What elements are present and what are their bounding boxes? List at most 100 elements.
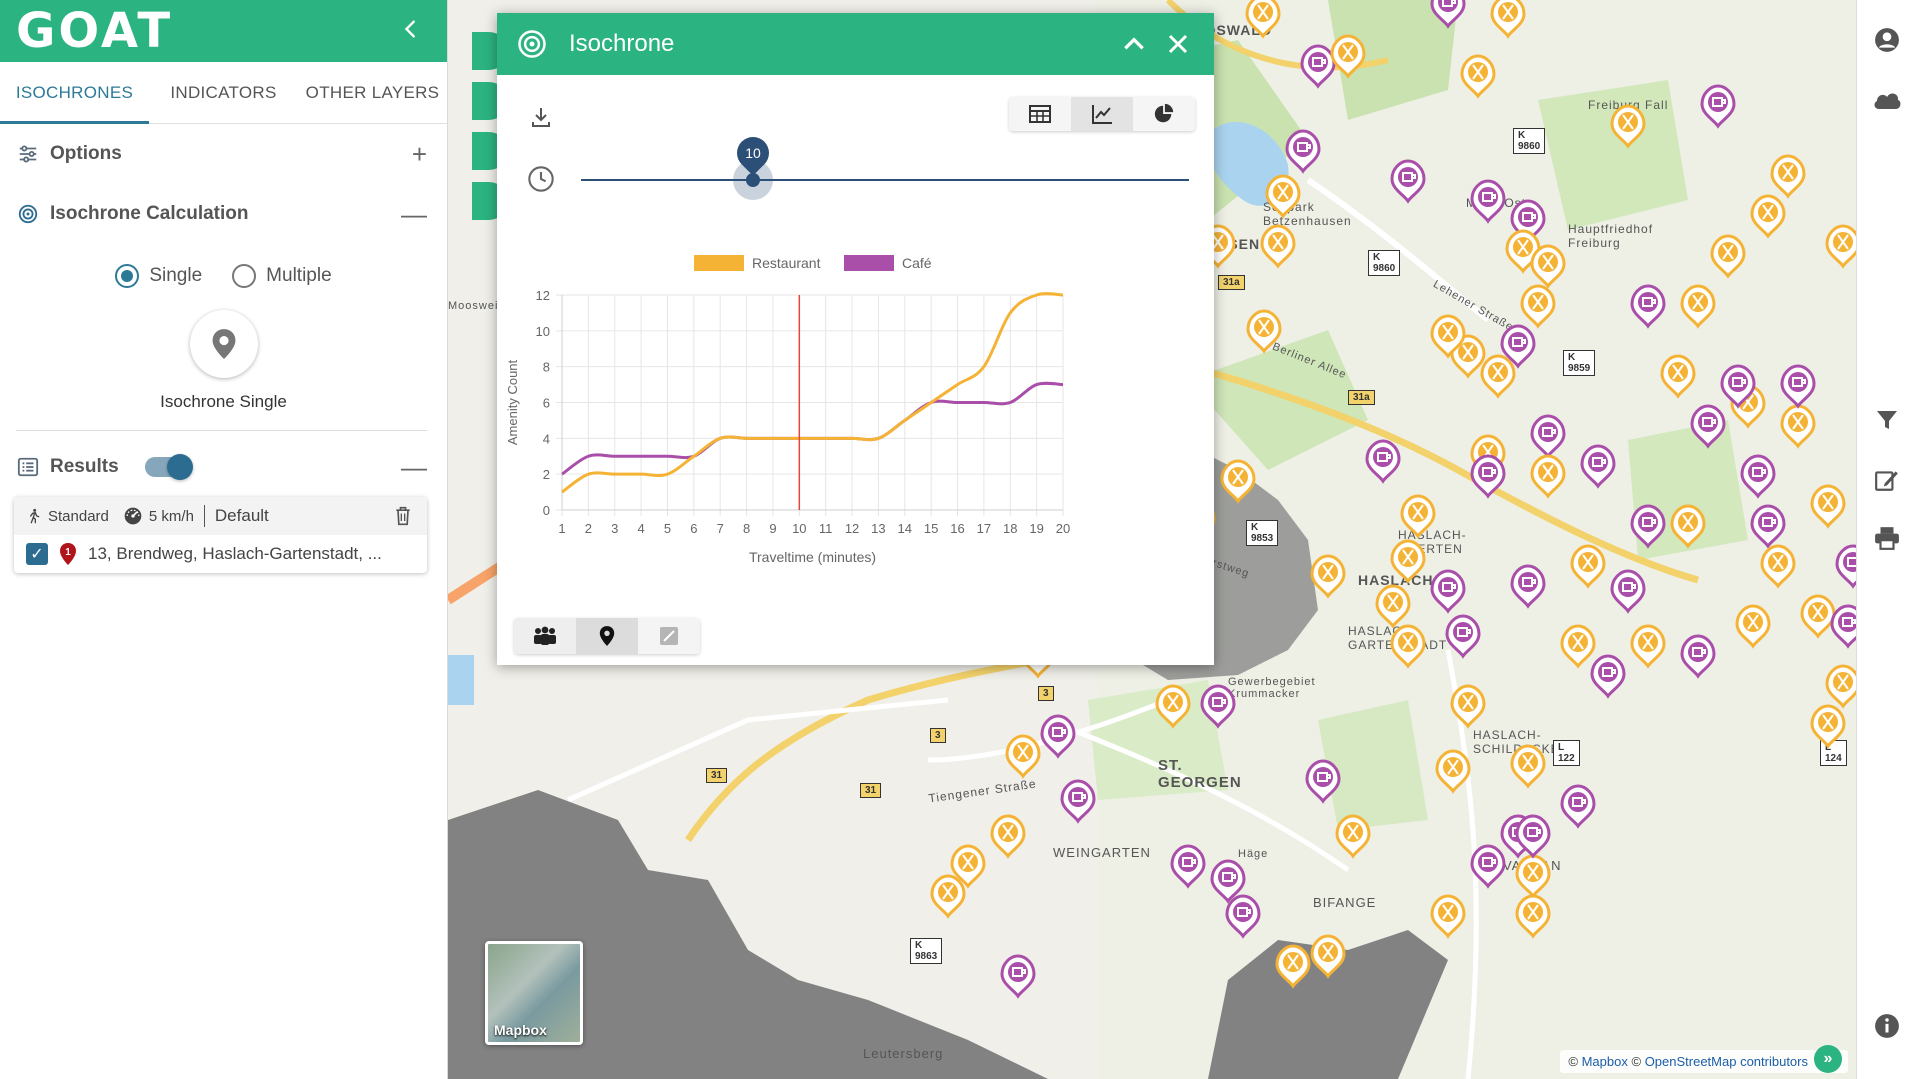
results-label: Results	[50, 456, 119, 477]
mapbox-link[interactable]: Mapbox	[1582, 1054, 1628, 1069]
table-icon	[1029, 105, 1051, 123]
info-icon[interactable]	[1871, 1010, 1903, 1042]
x-tick-label: 2	[585, 521, 592, 536]
profile-value: Default	[214, 506, 269, 525]
tab-other-layers[interactable]: OTHER LAYERS	[298, 62, 447, 123]
marker-icon: 1	[60, 543, 76, 565]
slider-track[interactable]	[581, 179, 1189, 181]
legend-swatch	[844, 255, 894, 271]
delete-icon[interactable]	[393, 505, 413, 527]
account-icon[interactable]	[1871, 24, 1903, 56]
options-section[interactable]: Options +	[0, 124, 447, 184]
x-tick-label: 20	[1056, 521, 1070, 536]
minimize-panel-button[interactable]	[1114, 24, 1154, 64]
x-tick-label: 4	[637, 521, 644, 536]
x-tick-label: 15	[924, 521, 938, 536]
series-line-1	[561, 381, 1064, 476]
line-chart-icon	[1092, 105, 1112, 124]
legend-label: Café	[902, 255, 932, 271]
x-tick-label: 1	[558, 521, 565, 536]
map-attribution: © Mapbox © OpenStreetMap contributors	[1560, 1050, 1848, 1073]
population-mode-button[interactable]	[514, 618, 576, 654]
x-tick-label: 8	[743, 521, 750, 536]
osm-link[interactable]: OpenStreetMap contributors	[1645, 1054, 1808, 1069]
collapse-results-button[interactable]: —	[401, 452, 427, 483]
sidebar-tabs: ISOCHRONES INDICATORS OTHER LAYERS	[0, 62, 447, 124]
radio-multiple-dot[interactable]	[232, 264, 257, 288]
list-icon	[16, 455, 40, 479]
map-pin-icon	[212, 329, 235, 359]
panel-header: Isochrone	[497, 13, 1214, 75]
x-tick-label: 16	[950, 521, 964, 536]
edit-icon[interactable]	[1871, 464, 1903, 496]
cloud-icon[interactable]	[1871, 84, 1903, 116]
result-address: 13, Brendweg, Haslach-Gartenstadt, ...	[88, 544, 382, 563]
result-checkbox[interactable]: ✓	[26, 543, 48, 565]
series-line-0	[561, 292, 1064, 494]
calc-label: Isochrone Calculation	[50, 203, 249, 224]
x-tick-label: 5	[664, 521, 671, 536]
collapse-sidebar-button[interactable]	[393, 14, 429, 48]
walking-icon	[29, 508, 40, 524]
x-tick-label: 19	[1029, 521, 1043, 536]
y-tick-label: 2	[543, 467, 550, 482]
x-tick-label: 12	[845, 521, 859, 536]
results-section: Results —	[0, 437, 447, 497]
calc-section[interactable]: Isochrone Calculation —	[0, 184, 447, 244]
tab-isochrones[interactable]: ISOCHRONES	[0, 62, 149, 124]
sidebar-header: GOAT	[0, 0, 447, 62]
pie-chart-icon	[1154, 103, 1174, 123]
x-tick-label: 9	[769, 521, 776, 536]
legend-label: Restaurant	[752, 255, 821, 271]
separator	[203, 505, 205, 527]
download-button[interactable]	[529, 105, 553, 134]
results-visibility-toggle[interactable]	[144, 454, 193, 480]
collapse-calc-button[interactable]: —	[401, 199, 427, 230]
start-isochrone-button[interactable]	[189, 310, 258, 378]
attribution-toggle[interactable]: »	[1814, 1045, 1842, 1073]
x-tick-label: 3	[611, 521, 618, 536]
pie-chart-view-button[interactable]	[1133, 97, 1195, 131]
print-icon[interactable]	[1871, 522, 1903, 554]
close-icon	[1168, 34, 1188, 54]
result-card-header: Standard 5 km/h Default	[14, 497, 427, 535]
analysis-mode-toggle	[514, 618, 700, 654]
y-tick-label: 6	[543, 396, 550, 411]
options-label: Options	[50, 143, 122, 164]
chevron-left-icon	[404, 20, 415, 38]
start-isochrone-label: Isochrone Single	[160, 392, 287, 411]
radio-single[interactable]: Single	[115, 264, 202, 288]
x-tick-label: 6	[690, 521, 697, 536]
right-toolbar	[1856, 0, 1917, 1079]
app-root: GOAT ISOCHRONES INDICATORS OTHER LAYERS …	[0, 0, 1917, 1079]
basemap-label: Mapbox	[494, 1022, 547, 1038]
start-isochrone: Isochrone Single	[0, 310, 447, 412]
y-tick-label: 0	[543, 503, 550, 518]
x-tick-label: 7	[717, 521, 724, 536]
location-mode-button[interactable]	[576, 618, 638, 654]
x-tick-label: 17	[977, 521, 991, 536]
radio-single-dot[interactable]	[115, 264, 140, 288]
target-icon	[518, 30, 546, 58]
x-tick-label: 18	[1003, 521, 1017, 536]
close-panel-button[interactable]	[1158, 24, 1198, 64]
filter-icon[interactable]	[1871, 404, 1903, 436]
radio-multiple[interactable]: Multiple	[232, 264, 332, 288]
basemap-switcher[interactable]: Mapbox	[485, 941, 583, 1045]
tab-indicators[interactable]: INDICATORS	[149, 62, 298, 123]
disabled-mode-button[interactable]	[638, 618, 700, 654]
routing-type: Standard	[48, 507, 109, 525]
mode-radio-group: Single Multiple	[0, 264, 447, 288]
traveltime-slider-row: 10	[527, 130, 1193, 205]
amenity-line-chart: 1 2 3 4 5 6 7 8 9 10 11 12 13 14 15 16 17 18 19 20024681012…	[505, 255, 1070, 565]
radio-single-label: Single	[149, 265, 203, 286]
y-tick-label: 10	[536, 324, 550, 339]
table-view-button[interactable]	[1009, 97, 1071, 131]
marker-number: 1	[65, 547, 71, 558]
attribution-prefix: ©	[1568, 1054, 1578, 1069]
expand-options-button[interactable]: +	[412, 139, 427, 170]
radio-multiple-label: Multiple	[266, 265, 332, 286]
result-row[interactable]: ✓ 1 13, Brendweg, Haslach-Gartenstadt, .…	[14, 535, 427, 573]
line-chart-view-button[interactable]	[1071, 97, 1133, 131]
y-axis-title: Amenity Count	[505, 359, 520, 445]
